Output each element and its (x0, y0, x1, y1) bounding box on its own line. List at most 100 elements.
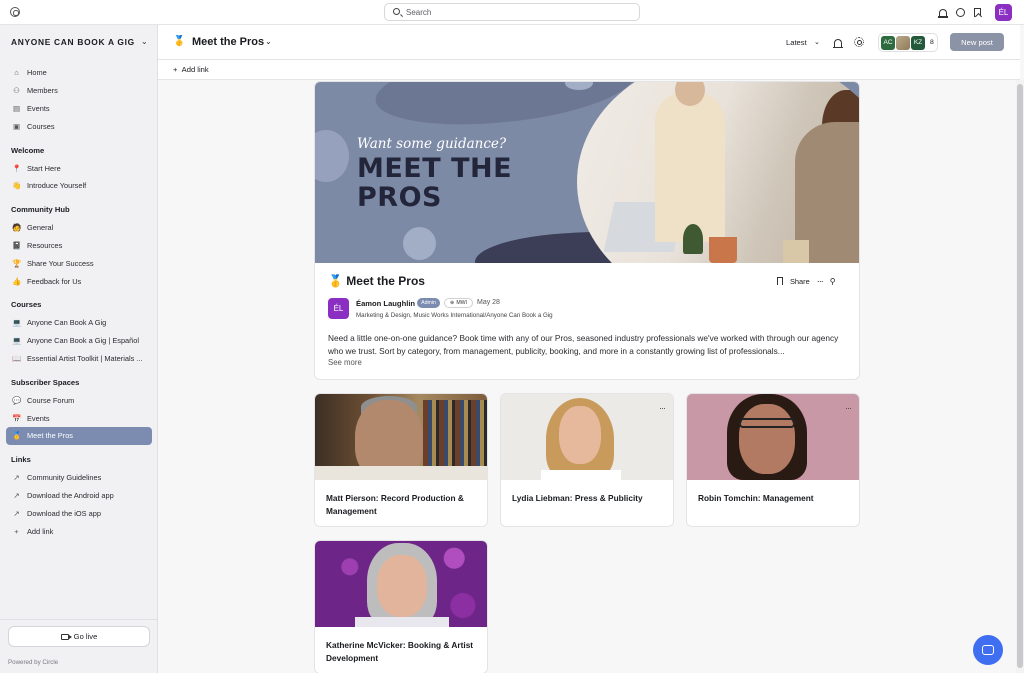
more-options-icon[interactable]: ··· (845, 403, 852, 413)
sidebar-item-label: Members (27, 86, 58, 96)
space-notifications-bell-icon[interactable] (833, 39, 843, 48)
pin-emoji-icon: 📍 (12, 163, 22, 173)
chevron-down-icon[interactable]: ⌄ (141, 37, 148, 46)
sidebar-group-courses[interactable]: Courses (6, 296, 152, 314)
sidebar-item-start-here[interactable]: 📍 Start Here (6, 159, 152, 177)
bookmarks-icon[interactable] (974, 7, 981, 17)
sidebar-item-members[interactable]: ⚇ Members (6, 82, 152, 100)
sidebar-item-meet-the-pros[interactable]: 🥇 Meet the Pros (6, 426, 152, 445)
chevron-down-icon[interactable]: ⌄ (265, 37, 272, 46)
sidebar: ANYONE CAN BOOK A GIG ⌄ ⌂ Home ⚇ Members ▤ Ev… (0, 25, 158, 673)
top-bar: Search ÉL (0, 0, 1024, 25)
sidebar-item-community-guidelines[interactable]: ↗ Community Guidelines (6, 469, 152, 487)
post-title[interactable]: 🥇 Meet the Pros (328, 274, 425, 288)
sidebar-item-label: Meet the Pros (27, 431, 74, 441)
sidebar-item-label: Add link (27, 526, 54, 536)
scrollbar-thumb[interactable] (1017, 84, 1023, 668)
pro-card[interactable]: Katherine McVicker: Booking & Artist Dev… (314, 540, 488, 673)
sidebar-item-label: Events (27, 103, 50, 113)
bookmark-icon[interactable] (777, 277, 783, 285)
post-title-text: Meet the Pros (346, 274, 425, 288)
powered-by-circle-link[interactable]: Powered by Circle (8, 659, 58, 666)
share-button[interactable]: Share (790, 277, 810, 286)
more-options-icon[interactable]: ··· (659, 403, 666, 413)
see-more-link[interactable]: See more (328, 358, 362, 367)
sidebar-item-feedback-for-us[interactable]: 👍 Feedback for Us (6, 272, 152, 290)
courses-icon: ▣ (12, 121, 21, 131)
divider (0, 619, 158, 620)
sidebar-item-home[interactable]: ⌂ Home (6, 64, 152, 82)
sidebar-item-download-the-ios-app[interactable]: ↗ Download the iOS app (6, 504, 152, 522)
arrow-up-right-icon: ↗ (13, 508, 20, 518)
messages-chat-icon[interactable] (956, 7, 965, 17)
post-body: Need a little one-on-one guidance? Book … (328, 333, 839, 356)
bookshelf-shape (423, 400, 487, 470)
sidebar-item-general[interactable]: 🧑 General (6, 219, 152, 237)
sidebar-item-label: Introduce Yourself (27, 181, 87, 191)
add-link-label: Add link (181, 65, 209, 74)
arrow-up-right-icon: ↗ (13, 490, 20, 500)
arrow-up-right-icon: ↗ (13, 473, 20, 483)
author-name[interactable]: Éamon Laughlin (356, 299, 415, 308)
sidebar-item-courses[interactable]: ▣ Courses (6, 117, 152, 135)
chat-widget-button[interactable] (973, 635, 1003, 665)
sidebar-item-share-your-success[interactable]: 🏆 Share Your Success (6, 254, 152, 272)
person-shape (655, 92, 725, 242)
sidebar-item-label: Essential Artist Toolkit | Materials ... (27, 353, 143, 363)
pro-card[interactable]: ··· Lydia Liebman: Press & Publicity (500, 393, 674, 527)
sidebar-item-label: Share Your Success (27, 258, 94, 268)
gear-icon[interactable] (854, 37, 864, 47)
sidebar-item-label: General (27, 223, 54, 233)
sidebar-item-download-the-android-app[interactable]: ↗ Download the Android app (6, 487, 152, 505)
sidebar-item-add-link[interactable]: + Add link (6, 522, 152, 540)
sidebar-item-resources[interactable]: 📓 Resources (6, 237, 152, 255)
post-date[interactable]: May 28 (477, 299, 500, 306)
wave-emoji-icon: 👋 (12, 181, 22, 191)
sidebar-item-anyone-can-book-a-gig[interactable]: 💻 Anyone Can Book A Gig (6, 314, 152, 332)
sidebar-group-welcome[interactable]: Welcome (6, 141, 152, 159)
mwi-badge-label: MWI (456, 300, 468, 306)
new-post-button[interactable]: New post (950, 33, 1004, 51)
author-headline: Marketing & Design, Music Works Internat… (356, 312, 553, 319)
sidebar-item-events[interactable]: ▤ Events (6, 100, 152, 118)
sidebar-item-anyone-can-book-a-gig-espa-ol[interactable]: 💻 Anyone Can Book a Gig | Español (6, 332, 152, 350)
space-members-button[interactable]: AC KZ 8 (878, 33, 938, 52)
trophy-emoji-icon: 🏆 (12, 258, 22, 268)
thumbs-up-emoji-icon: 👍 (12, 276, 22, 286)
sidebar-item-introduce-yourself[interactable]: 👋 Introduce Yourself (6, 177, 152, 195)
sidebar-item-essential-artist-toolkit-materials[interactable]: 📖 Essential Artist Toolkit | Materials ..… (6, 350, 152, 368)
go-live-button[interactable]: Go live (8, 626, 150, 647)
sidebar-item-label: Anyone Can Book A Gig (27, 318, 107, 328)
add-link-button[interactable]: + Add link (173, 65, 209, 74)
pro-photo: ··· (501, 394, 673, 480)
author-avatar[interactable]: ÉL (328, 298, 349, 319)
sidebar-group-community-hub[interactable]: Community Hub (6, 201, 152, 219)
sidebar-item-course-forum[interactable]: 💬 Course Forum (6, 391, 152, 409)
plant-shape (683, 224, 703, 254)
cup-shape (783, 240, 809, 263)
pin-icon[interactable]: ⚲ (830, 277, 836, 286)
community-name[interactable]: ANYONE CAN BOOK A GIG (11, 37, 135, 47)
search-input[interactable]: Search (384, 3, 640, 21)
user-avatar[interactable]: ÉL (995, 3, 1012, 21)
pro-card[interactable]: Matt Pierson: Record Production & Manage… (314, 393, 488, 527)
chevron-down-icon[interactable]: ⌄ (814, 38, 820, 46)
pro-card-title: Katherine McVicker: Booking & Artist Dev… (326, 640, 474, 663)
sidebar-item-label: Resources (27, 240, 63, 250)
people-emoji-icon: 🧑 (12, 223, 22, 233)
circle-logo-icon[interactable] (10, 7, 20, 17)
sidebar-item-label: Anyone Can Book a Gig | Español (27, 336, 140, 346)
sidebar-group-subscriber-spaces[interactable]: Subscriber Spaces (6, 373, 152, 391)
more-options-icon[interactable]: ··· (817, 276, 824, 286)
plus-icon: + (14, 526, 19, 536)
post-banner-image: Want some guidance? MEET THE PROS (315, 82, 859, 263)
sort-dropdown[interactable]: Latest (786, 38, 807, 47)
pro-card[interactable]: ··· Robin Tomchin: Management (686, 393, 860, 527)
laptop-emoji-icon: 💻 (12, 336, 22, 346)
notifications-bell-icon[interactable] (938, 8, 948, 18)
mwi-badge: ⊕ MWI (444, 298, 473, 308)
sidebar-group-links[interactable]: Links (6, 451, 152, 469)
sidebar-item-events[interactable]: 📅 Events (6, 409, 152, 427)
space-title[interactable]: Meet the Pros (192, 36, 264, 48)
banner-headline: MEET THE (357, 153, 513, 184)
